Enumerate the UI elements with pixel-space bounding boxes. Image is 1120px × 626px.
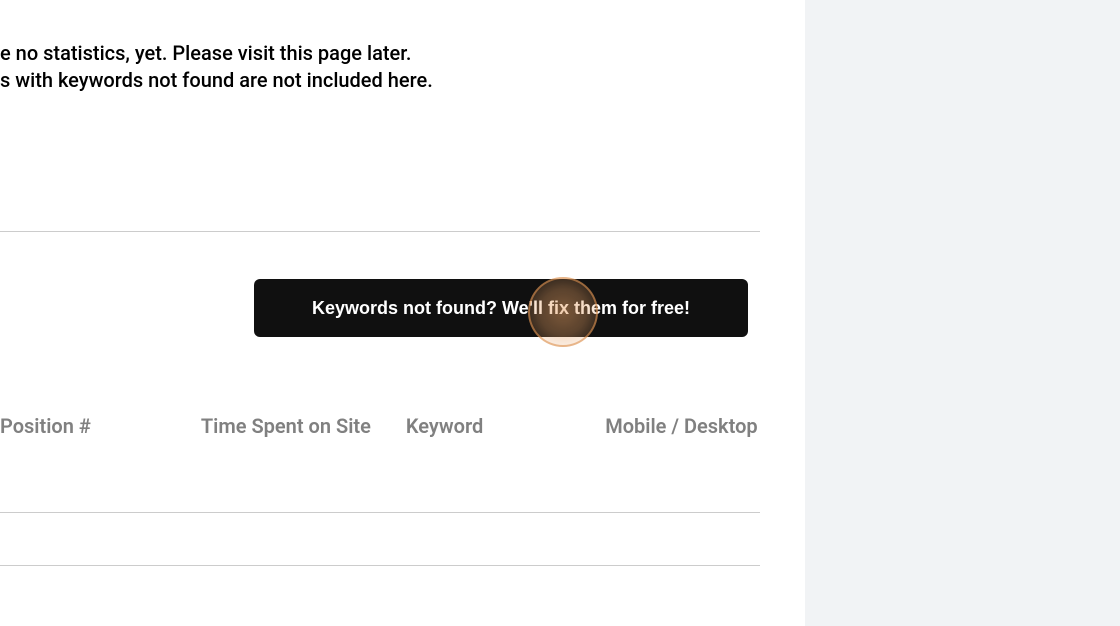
fix-keywords-button-label: Keywords not found? We'll fix them for f… bbox=[312, 298, 690, 319]
status-message: e no statistics, yet. Please visit this … bbox=[0, 40, 433, 94]
right-sidebar-inner bbox=[819, 0, 1120, 626]
table-header-row: Position # Time Spent on Site Keyword Mo… bbox=[0, 414, 760, 438]
column-header-time-spent: Time Spent on Site bbox=[201, 414, 371, 438]
status-message-line2: s with keywords not found are not includ… bbox=[0, 67, 433, 94]
divider-top bbox=[0, 231, 760, 232]
right-sidebar-background bbox=[805, 0, 1120, 626]
column-header-keyword: Keyword bbox=[406, 414, 483, 438]
column-header-device: Mobile / Desktop bbox=[605, 414, 757, 438]
divider-row-1 bbox=[0, 512, 760, 513]
main-content-area: e no statistics, yet. Please visit this … bbox=[0, 0, 805, 626]
column-header-position: Position # bbox=[0, 414, 91, 438]
divider-row-2 bbox=[0, 565, 760, 566]
fix-keywords-button[interactable]: Keywords not found? We'll fix them for f… bbox=[254, 279, 748, 337]
status-message-line1: e no statistics, yet. Please visit this … bbox=[0, 40, 433, 67]
